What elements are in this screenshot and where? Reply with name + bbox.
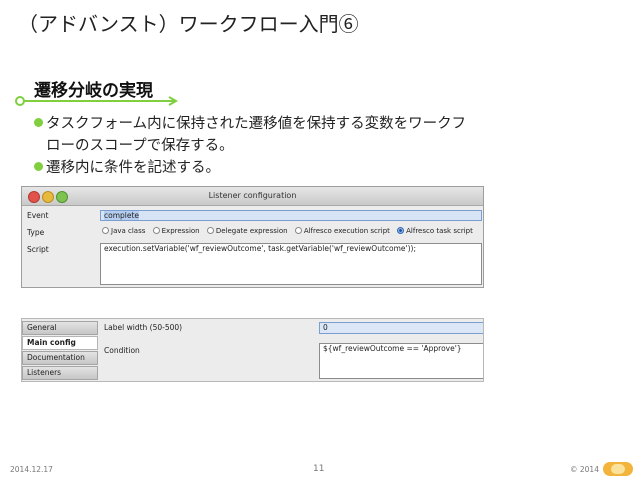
label-width-label: Label width (50-500) [104, 323, 183, 332]
footer-date: 2014.12.17 [10, 465, 53, 474]
footer-copyright: © 2014 [570, 465, 599, 474]
radio-icon [152, 227, 160, 234]
radio-icon [294, 227, 302, 234]
condition-textarea[interactable]: ${wf_reviewOutcome == 'Approve'} [319, 343, 483, 379]
type-radio-alfresco-execution-script[interactable]: Alfresco execution script [294, 227, 390, 235]
bullet-item: 遷移内に条件を記述する。 [34, 157, 594, 179]
company-logo-icon [603, 462, 633, 476]
radio-selected-icon [397, 227, 405, 234]
window-titlebar[interactable]: Listener configuration [22, 187, 483, 206]
properties-window: General Main config Documentation Listen… [21, 318, 484, 382]
main-config-panel: Label width (50-500) 0 Condition ${wf_re… [99, 319, 483, 381]
bullet-item: タスクフォーム内に保持された遷移値を保持する変数をワークフ [34, 113, 594, 135]
bullet-dot-icon [34, 118, 43, 127]
bullet-dot-icon [34, 162, 43, 171]
tab-general[interactable]: General [22, 321, 98, 335]
window-title: Listener configuration [208, 191, 297, 200]
event-field[interactable]: complete [100, 210, 482, 221]
slide-title: （アドバンスト）ワークフロー入門⑥ [18, 12, 359, 36]
script-textarea[interactable]: execution.setVariable('wf_reviewOutcome'… [100, 243, 482, 285]
listener-configuration-window: Listener configuration Event complete Ty… [21, 186, 484, 288]
type-radio-group: Java class Expression Delegate expressio… [102, 227, 478, 235]
script-label: Script [27, 245, 49, 254]
tab-documentation[interactable]: Documentation [22, 351, 98, 365]
type-label: Type [27, 228, 45, 237]
type-radio-expression[interactable]: Expression [152, 227, 200, 235]
type-radio-alfresco-task-script[interactable]: Alfresco task script [397, 227, 473, 235]
radio-icon [102, 227, 109, 234]
slide-footer: 2014.12.17 11 © 2014 [0, 462, 638, 479]
heading-underline [15, 96, 179, 106]
properties-tabs: General Main config Documentation Listen… [22, 321, 98, 381]
page-number: 11 [313, 464, 325, 474]
radio-icon [206, 227, 214, 234]
event-label: Event [27, 211, 49, 220]
bullet-item-continuation: ローのスコープで保存する。 [46, 138, 234, 154]
tab-listeners[interactable]: Listeners [22, 366, 98, 380]
label-width-input[interactable]: 0 [319, 322, 483, 334]
condition-label: Condition [104, 346, 140, 355]
tab-main-config[interactable]: Main config [22, 336, 98, 350]
type-radio-java-class[interactable]: Java class [102, 227, 145, 235]
bullet-list: タスクフォーム内に保持された遷移値を保持する変数をワークフ ローのスコープで保存… [34, 113, 594, 179]
type-radio-delegate-expression[interactable]: Delegate expression [206, 227, 288, 235]
